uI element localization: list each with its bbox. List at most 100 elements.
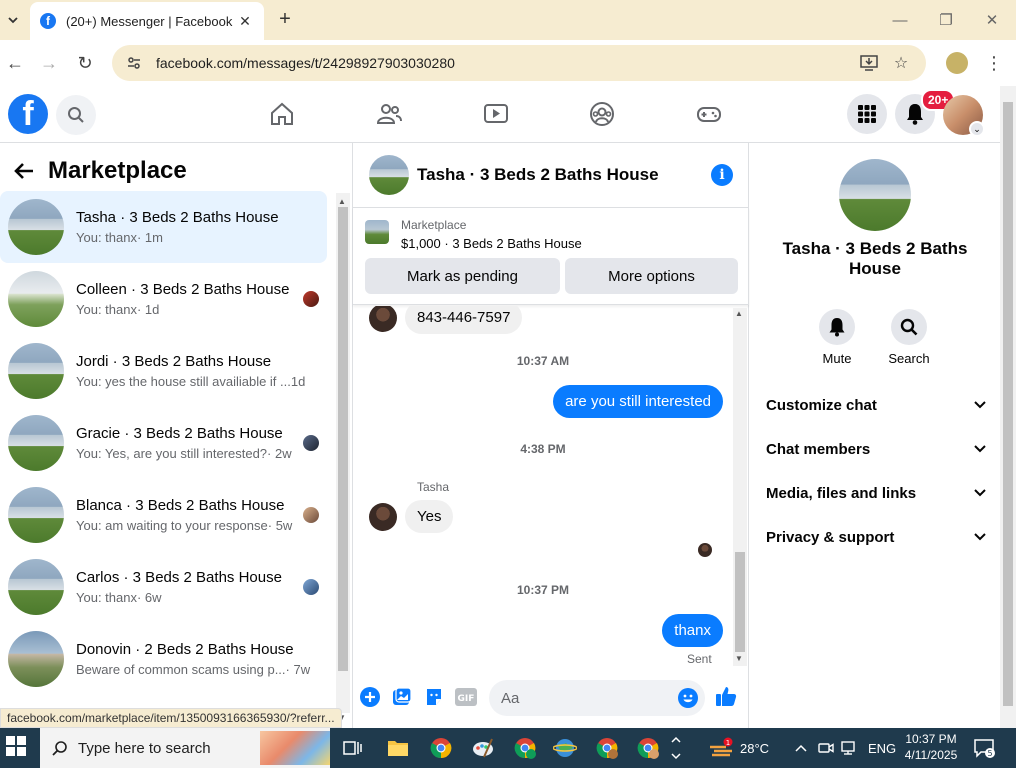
message-bubble[interactable]: thanx [662,614,723,647]
search-in-conversation-button[interactable]: Search [879,309,939,366]
section-label: Media, files and links [766,484,917,502]
address-bar[interactable]: facebook.com/messages/t/2429892790303028… [112,45,926,81]
conversation-item-gracie[interactable]: Gracie · 3 Beds 2 Baths House You: Yes, … [0,407,327,479]
close-window-icon[interactable]: ✕ [980,8,1004,32]
page-scrollbar[interactable] [1000,86,1016,728]
facebook-logo-icon[interactable]: f [8,94,48,134]
meet-now-icon[interactable] [816,736,836,760]
show-hidden-icons-icon[interactable] [792,736,810,760]
install-app-icon[interactable] [856,50,882,76]
menu-grid-icon[interactable] [847,94,887,134]
gaming-icon[interactable] [695,100,723,128]
browser-profile-icon[interactable] [946,52,968,74]
message-bubble[interactable]: Yes [405,500,454,533]
scroll-down-arrow-icon[interactable]: ▼ [735,654,743,663]
page-title: Marketplace [48,157,187,184]
weather-widget[interactable]: 1 28°C [708,728,769,768]
conversation-avatar[interactable] [839,159,911,231]
message-bubble[interactable]: are you still interested [553,385,723,418]
sticker-icon[interactable] [423,686,445,708]
back-icon[interactable]: ← [2,50,28,76]
search-label: Search [888,351,930,366]
reload-icon[interactable]: ↻ [72,50,98,76]
conversation-name: Colleen · 3 Beds 2 Baths House [76,281,290,298]
language-indicator[interactable]: ENG [868,728,896,768]
scroll-up-arrow-icon[interactable]: ▲ [735,309,743,318]
file-explorer-icon[interactable] [386,736,410,760]
more-options-button[interactable]: More options [565,258,738,294]
emoji-icon[interactable] [677,687,699,709]
chrome-profile-3-icon[interactable] [636,736,660,760]
paint-app-icon[interactable] [471,736,495,760]
seen-avatar [303,435,319,451]
photo-icon[interactable] [391,686,413,708]
conversation-preview: You: yes the house still availiable if .… [76,374,291,389]
site-settings-icon[interactable] [124,53,144,73]
gif-icon[interactable]: GIF [455,686,477,708]
conversation-name-heading: Tasha · 3 Beds 2 Baths House [782,239,968,278]
browser-tab[interactable]: f (20+) Messenger | Facebook ✕ [30,2,264,40]
minimize-icon[interactable]: — [888,8,912,32]
groups-icon[interactable] [588,100,616,128]
restore-icon[interactable]: ❐ [934,8,958,32]
mute-button[interactable]: Mute [807,309,867,366]
message-input[interactable]: Aa [489,680,705,716]
account-chevron-down-icon[interactable]: ⌄ [969,121,985,137]
chat-members-section[interactable]: Chat members [766,427,986,471]
chat-header: Tasha · 3 Beds 2 Baths House i [353,143,749,207]
search-icon[interactable] [56,95,96,135]
taskbar-scroll-icon[interactable] [668,736,684,760]
scroll-up-arrow-icon[interactable]: ▲ [338,197,346,206]
conversation-preview: You: thanx [76,302,137,317]
listing-price-title[interactable]: $1,000 · 3 Beds 2 Baths House [401,236,582,251]
earth-app-icon[interactable] [553,736,577,760]
listing-small-thumbnail[interactable] [365,220,389,244]
privacy-support-section[interactable]: Privacy & support [766,515,986,559]
conversation-item-donovin[interactable]: Donovin · 2 Beds 2 Baths House Beware of… [0,623,327,695]
thumbs-up-icon[interactable] [715,685,737,707]
left-scrollbar[interactable] [336,193,350,713]
forward-icon[interactable]: → [36,50,62,76]
conversation-preview: You: am waiting to your response [76,518,268,533]
mark-as-pending-button[interactable]: Mark as pending [365,258,560,294]
chat-listing-avatar[interactable] [369,155,409,195]
chrome-icon[interactable] [429,736,453,760]
conversation-time: · 2w [267,446,292,461]
customize-chat-section[interactable]: Customize chat [766,383,986,427]
task-view-icon[interactable] [340,736,364,760]
browser-menu-icon[interactable]: ⋮ [984,50,1004,76]
listing-thumbnail [8,559,64,615]
bookmark-star-icon[interactable]: ☆ [888,50,914,76]
conversation-item-tasha[interactable]: Tasha · 3 Beds 2 Baths House You: thanx ·… [0,191,327,263]
action-center-icon[interactable]: 5 [972,736,996,760]
media-files-links-section[interactable]: Media, files and links [766,471,986,515]
taskbar-search-box[interactable]: Type here to search [40,728,330,768]
left-scrollbar-thumb[interactable] [338,207,348,671]
close-tab-icon[interactable]: ✕ [236,12,254,30]
outgoing-message-row: are you still interested [553,385,723,418]
chrome-profile-2-icon[interactable] [595,736,619,760]
chat-title[interactable]: Tasha · 3 Beds 2 Baths House [417,165,711,185]
back-arrow-icon[interactable] [12,159,36,183]
conversation-item-colleen[interactable]: Colleen · 3 Beds 2 Baths House You: than… [0,263,327,335]
new-tab-icon[interactable]: + [274,8,296,30]
message-bubble[interactable]: 843-446-7597 [405,306,523,334]
network-icon[interactable] [840,736,860,760]
plus-actions-icon[interactable] [359,686,381,708]
conversation-item-jordi[interactable]: Jordi · 3 Beds 2 Baths House You: yes th… [0,335,327,407]
chrome-profile-k-icon[interactable] [513,736,537,760]
info-icon[interactable]: i [711,164,733,186]
watch-icon[interactable] [482,100,510,128]
taskbar-clock[interactable]: 10:37 PM 4/11/2025 [900,731,962,763]
friends-icon[interactable] [375,100,403,128]
tab-search-icon[interactable] [0,6,26,34]
home-icon[interactable] [268,100,296,128]
notification-count: 5 [987,749,992,758]
chat-scrollbar-thumb[interactable] [735,552,745,652]
conversation-name: Jordi · 3 Beds 2 Baths House [76,353,272,370]
chat-scrollbar[interactable] [733,308,747,666]
page-scrollbar-thumb[interactable] [1003,102,1013,706]
windows-start-icon[interactable] [6,736,28,758]
conversation-item-carlos[interactable]: Carlos · 3 Beds 2 Baths House You: thanx… [0,551,327,623]
conversation-item-blanca[interactable]: Blanca · 3 Beds 2 Baths House You: am wa… [0,479,327,551]
